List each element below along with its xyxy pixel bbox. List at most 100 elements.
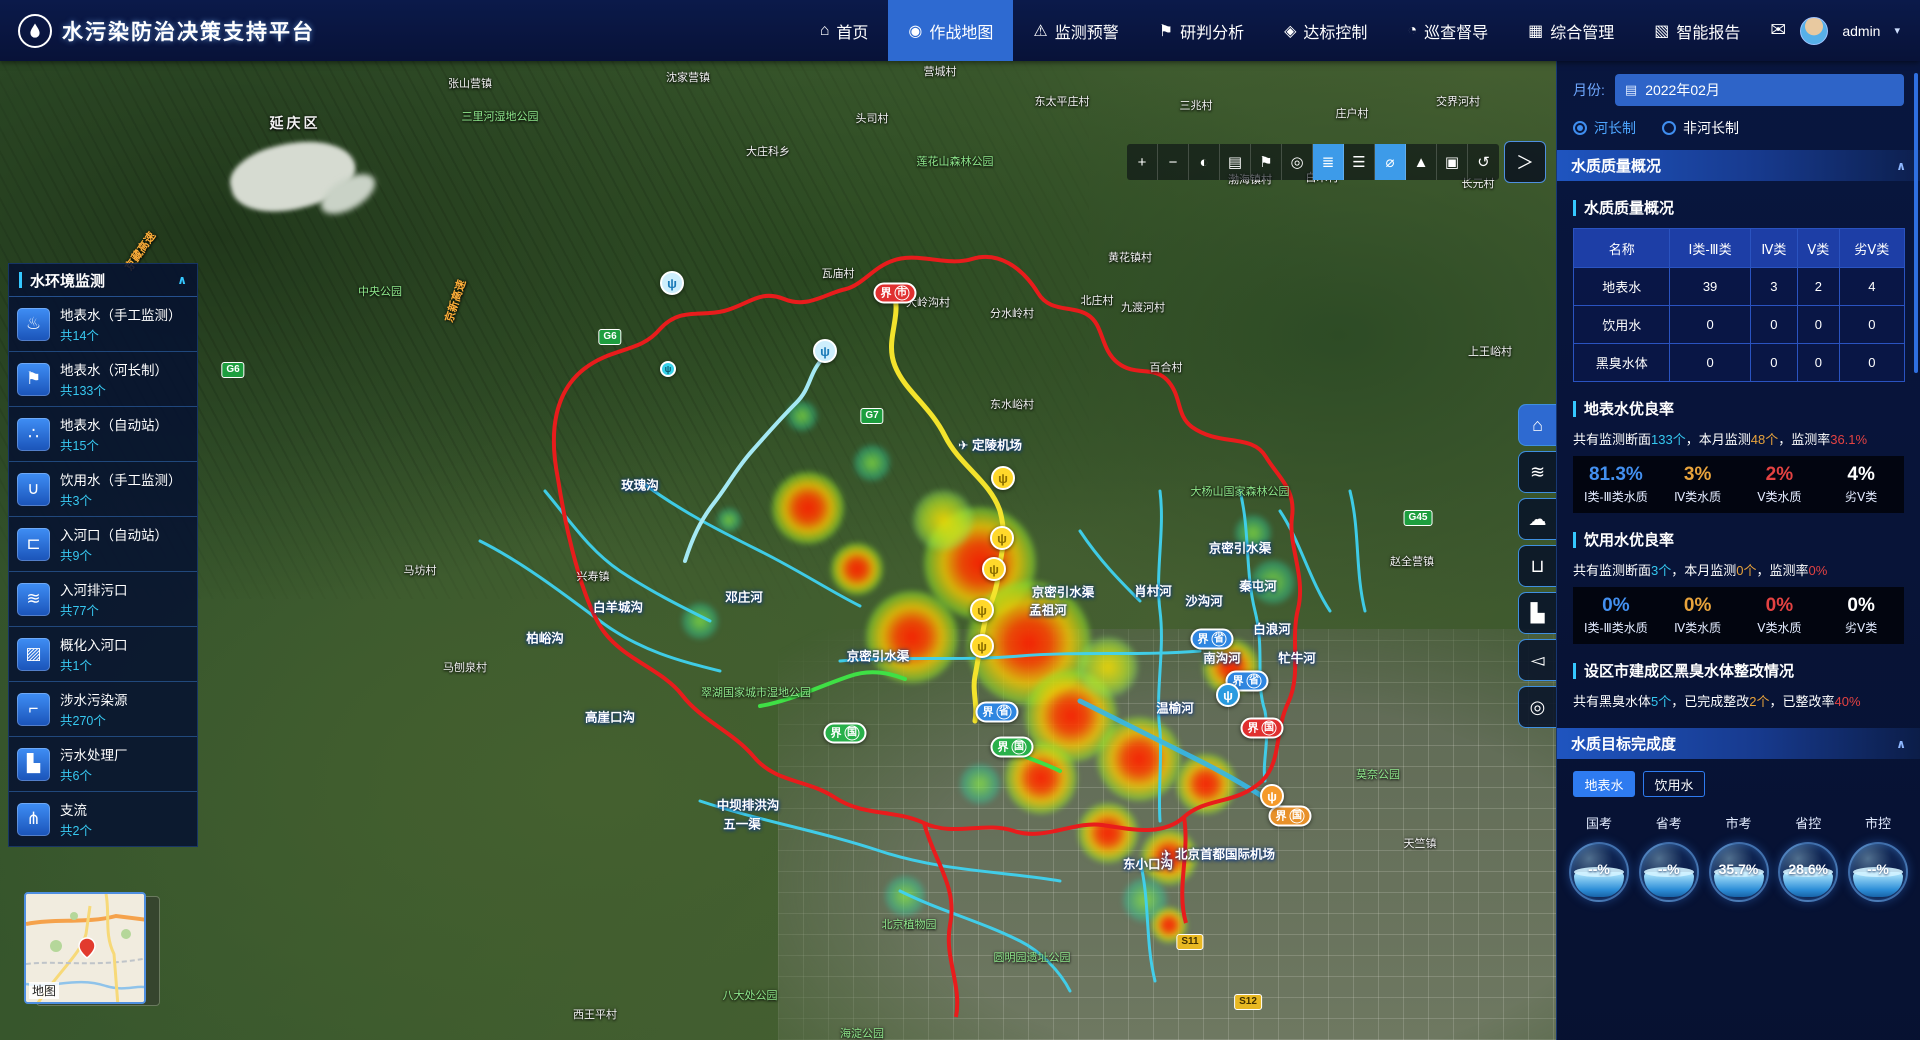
treatment-plant-tool-icon[interactable]: ⌂ [1518, 404, 1556, 446]
locate-pin-icon[interactable]: ◎ [1282, 144, 1313, 180]
monitor-item-label: 污水处理厂 [60, 744, 128, 764]
avatar[interactable] [1800, 17, 1828, 45]
chevron-down-icon[interactable]: ▾ [1894, 24, 1900, 37]
right-panel-toggle-button[interactable]: ＞ [1504, 141, 1546, 183]
badge-char: 界 [1198, 632, 1209, 646]
radio-河长制[interactable]: 河长制 [1573, 118, 1636, 138]
stat-item: 81.3% Ⅰ类-Ⅲ类水质 [1575, 464, 1657, 505]
beaker-tool-icon[interactable]: ⊔ [1518, 545, 1556, 587]
quality-overview-section-bar: 水质质量概况 ∧ [1557, 150, 1920, 181]
yellow-station-marker[interactable]: ψ [990, 526, 1014, 550]
zoom-in-icon[interactable]: + [1127, 144, 1158, 180]
target-tool-icon[interactable]: ◎ [1518, 686, 1556, 728]
reset-icon[interactable]: ↺ [1468, 144, 1499, 180]
mail-icon[interactable]: ✉ [1770, 19, 1786, 42]
nav-item-4[interactable]: ◈达标控制 [1264, 0, 1387, 61]
yellow-station-marker[interactable]: ψ [982, 557, 1006, 581]
monitor-item-label: 地表水（手工监测） [60, 304, 182, 324]
gauge-label: 市考 [1707, 813, 1771, 832]
stat-label: Ⅰ类-Ⅲ类水质 [1575, 488, 1657, 505]
frame-select-icon[interactable]: ▣ [1437, 144, 1468, 180]
monitor-list-item[interactable]: ∴地表水（自动站）共15个 [9, 407, 197, 462]
cyan-station-marker[interactable]: ψ [660, 361, 676, 377]
quality-overview-subheader: 水质质量概况 [1573, 197, 1904, 218]
zoom-out-icon[interactable]: − [1158, 144, 1189, 180]
collapse-icon[interactable]: ∧ [177, 273, 187, 287]
water-quality-table: 名称Ⅰ类-Ⅲ类Ⅳ类Ⅴ类劣Ⅴ类地表水39324饮用水0000黑臭水体0000 [1573, 228, 1905, 382]
boundary-badge-界国[interactable]: 界国 [824, 723, 867, 744]
gauge-市控: 市控--% [1846, 813, 1910, 902]
nav-item-6[interactable]: ▦综合管理 [1508, 0, 1634, 61]
tab-饮用水[interactable]: 饮用水 [1643, 771, 1705, 797]
broadcast-tool-icon[interactable]: ◅ [1518, 639, 1556, 681]
lightblue-station-marker[interactable]: ψ [660, 271, 684, 295]
street-map-thumbnail[interactable]: 地图 [24, 892, 146, 1004]
monitor-list-item[interactable]: ⊏入河口（自动站）共9个 [9, 517, 197, 572]
monitor-list-item[interactable]: ∪饮用水（手工监测）共3个 [9, 462, 197, 517]
table-cell: 黑臭水体 [1574, 344, 1670, 382]
stat-value: 3% [1657, 464, 1739, 486]
stat-value: 81.3% [1575, 464, 1657, 486]
gauge-sphere: --% [1848, 842, 1908, 902]
monitor-list-item[interactable]: ♨地表水（手工监测）共14个 [9, 297, 197, 352]
monitor-item-count: 共3个 [60, 490, 182, 509]
stat-item: 0%Ⅴ类水质 [1739, 595, 1821, 636]
river-boundary-layer [0, 61, 1556, 1040]
yellow-station-marker[interactable]: ψ [991, 466, 1015, 490]
visibility-off-icon[interactable]: ⌀ [1375, 144, 1406, 180]
alarm-icon: ⚠ [1033, 21, 1047, 41]
orange-station-marker[interactable]: ψ [1260, 784, 1284, 808]
monitor-list-item[interactable]: ⌐涉水污染源共270个 [9, 682, 197, 737]
map-label: 邓庄河 [725, 587, 763, 606]
gauge-value: --% [1850, 861, 1906, 877]
monitor-list-item[interactable]: ▙污水处理厂共6个 [9, 737, 197, 792]
legend-icon[interactable]: ☰ [1344, 144, 1375, 180]
yellow-station-marker[interactable]: ψ [970, 634, 994, 658]
measure-icon[interactable]: ▤ [1220, 144, 1251, 180]
collapse-icon[interactable]: ∧ [1896, 159, 1906, 173]
monitor-list-item[interactable]: ≋入河排污口共77个 [9, 572, 197, 627]
tab-地表水[interactable]: 地表水 [1573, 771, 1635, 797]
surface-water-tool-icon[interactable]: ≋ [1518, 451, 1556, 493]
scrollbar-thumb[interactable] [1914, 73, 1918, 373]
monitor-list-item[interactable]: ⚑地表水（河长制）共133个 [9, 352, 197, 407]
lightblue-station-marker[interactable]: ψ [813, 339, 837, 363]
boundary-badge-界国[interactable]: 界国 [991, 737, 1034, 758]
monitor-item-text: 地表水（河长制）共133个 [60, 359, 168, 399]
map-side-tools: ⌂ ≋ ☁ ⊔ ▙ ◅ ◎ [1518, 404, 1556, 728]
nav-item-7[interactable]: ▧智能报告 [1634, 0, 1760, 61]
nav-item-2[interactable]: ⚠监测预警 [1013, 0, 1138, 61]
collapse-icon[interactable]: ∧ [1896, 737, 1906, 751]
map-canvas[interactable]: 延庆区张山营镇三里河湿地公园沈家营镇营城村头司村东太平庄村三兆村庄户村交界河村大… [0, 61, 1556, 1040]
nav-item-0[interactable]: ⌂首页 [800, 0, 889, 61]
monitor-item-text: 支流共2个 [60, 799, 92, 839]
map-pin-icon: ◉ [908, 21, 922, 41]
monitor-item-count: 共15个 [60, 435, 168, 454]
boundary-badge-界市[interactable]: 界市 [874, 283, 917, 304]
summary-part: ，监测率 [1757, 563, 1809, 578]
monitor-list-item[interactable]: ▨概化入河口共1个 [9, 627, 197, 682]
terrain-icon[interactable]: ▲ [1406, 144, 1437, 180]
district-icon[interactable]: ⚑ [1251, 144, 1282, 180]
contrast-icon[interactable]: ◐ [1189, 144, 1220, 180]
boundary-badge-界省[interactable]: 界省 [1191, 629, 1234, 650]
map-label: 九渡河村 [1121, 299, 1165, 315]
admin-username[interactable]: admin [1842, 23, 1880, 39]
boundary-badge-界国[interactable]: 界国 [1269, 806, 1312, 827]
boundary-badge-界国[interactable]: 界国 [1241, 718, 1284, 739]
layers-icon[interactable]: ≣ [1313, 144, 1344, 180]
factory-tool-icon[interactable]: ▙ [1518, 592, 1556, 634]
map-label: 秦屯河 [1239, 576, 1277, 595]
blue-station-marker[interactable]: ψ [1216, 683, 1240, 707]
radio-非河长制[interactable]: 非河长制 [1662, 118, 1739, 138]
nav-item-3[interactable]: ⚑研判分析 [1139, 0, 1264, 61]
month-picker[interactable]: ▤ 2022年02月 [1615, 74, 1904, 106]
nav-item-5[interactable]: ◔巡查督导 [1387, 0, 1508, 61]
monitor-list-item[interactable]: ⋔支流共2个 [9, 792, 197, 846]
rain-cloud-tool-icon[interactable]: ☁ [1518, 498, 1556, 540]
nav-item-1[interactable]: ◉作战地图 [888, 0, 1013, 61]
badge-char-circled: 市 [895, 286, 910, 301]
boundary-badge-界省[interactable]: 界省 [976, 702, 1019, 723]
yellow-station-marker[interactable]: ψ [970, 598, 994, 622]
basemap-switcher[interactable]: 地图 [24, 888, 160, 1010]
